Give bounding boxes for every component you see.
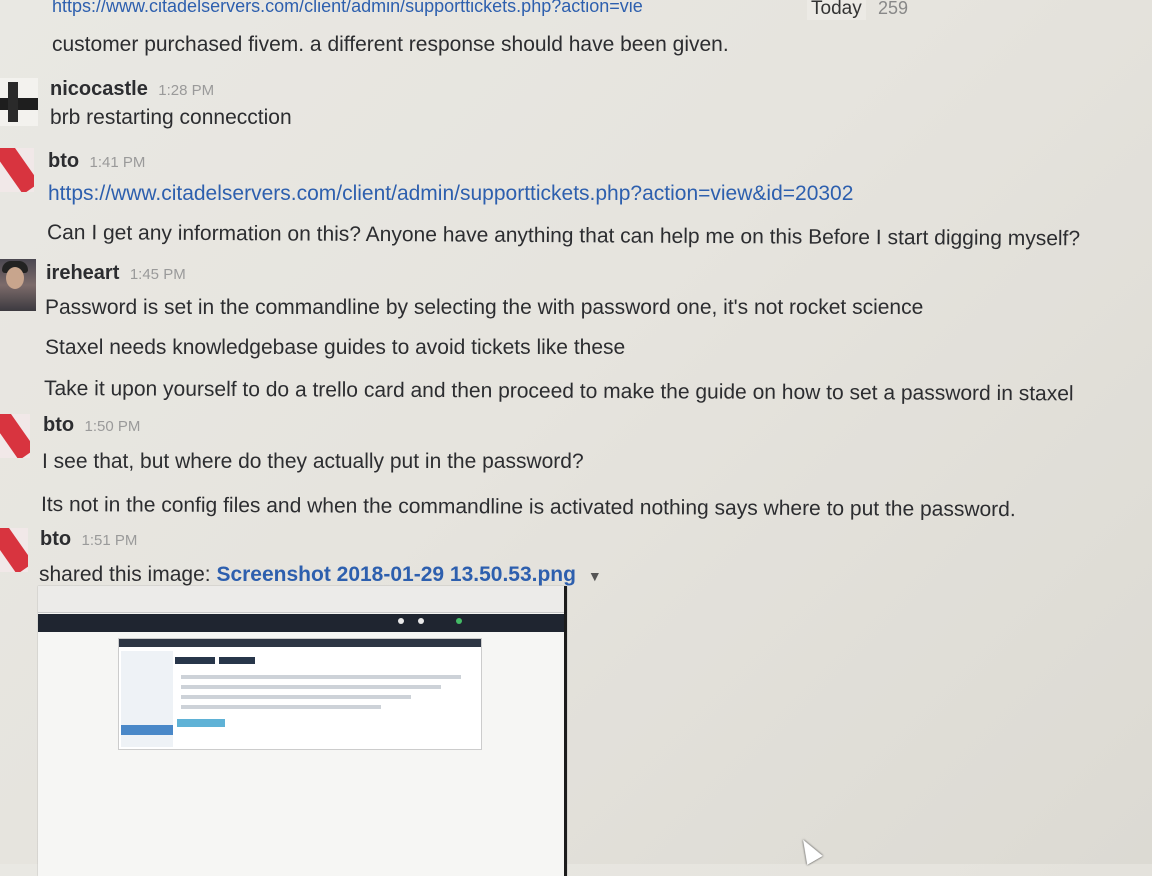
thumbnail-graphic [181,675,461,679]
shared-file-name[interactable]: Screenshot 2018-01-29 13.50.53.png [216,563,576,586]
avatar-bto[interactable] [0,148,34,192]
thumbnail-graphic [456,618,462,624]
thumbnail-graphic [219,657,255,664]
message-timestamp[interactable]: 1:51 PM [82,532,138,549]
avatar-nicocastle[interactable] [0,78,38,126]
chevron-down-icon[interactable]: ▼ [588,568,602,584]
message-timestamp[interactable]: 1:45 PM [130,266,186,283]
sender-name[interactable]: bto [43,414,74,436]
avatar-bto[interactable] [0,528,28,572]
thumbnail-graphic [418,618,424,624]
message-text: Take it upon yourself to do a trello car… [43,377,1074,406]
avatar-graphic [0,98,38,110]
thumbnail-graphic [119,639,481,647]
shared-file-line: shared this image: Screenshot 2018-01-29… [39,563,602,587]
message-timestamp[interactable]: 1:50 PM [85,418,141,435]
message-text: Its not in the config files and when the… [40,493,1016,522]
message-header: nicocastle 1:28 PM [50,78,214,101]
message-timestamp[interactable]: 1:28 PM [158,82,214,99]
thumbnail-graphic [121,651,173,747]
avatar-graphic [0,414,30,458]
sender-name[interactable]: bto [48,150,79,172]
thumbnail-graphic [181,685,441,689]
sender-name[interactable]: bto [40,528,71,550]
shared-file-prefix: shared this image: [39,563,211,586]
thumbnail-browser-bar [38,586,564,613]
avatar-graphic [0,528,28,572]
message-text: customer purchased fivem. a different re… [52,33,729,56]
thumbnail-graphic [398,618,404,624]
mouse-pointer-icon [795,835,823,865]
day-divider-label: Today [807,0,866,20]
ticket-link[interactable]: https://www.citadelservers.com/client/ad… [48,182,853,206]
message-header: bto 1:51 PM [40,528,137,551]
thumbnail-graphic [121,725,173,735]
avatar-ireheart[interactable] [0,259,36,311]
message-header: bto 1:50 PM [43,414,140,437]
unread-count: 259 [878,0,909,18]
thumbnail-graphic [181,695,411,699]
message-text: Can I get any information on this? Anyon… [46,221,1081,251]
message-text: Staxel needs knowledgebase guides to avo… [45,336,626,359]
thumbnail-nav-bar [38,614,564,632]
sender-name[interactable]: ireheart [46,262,119,284]
thumbnail-graphic [177,719,225,727]
avatar-graphic [6,267,24,289]
shared-image-thumbnail[interactable] [38,586,567,876]
message-header: ireheart 1:45 PM [46,262,186,285]
thumbnail-graphic [175,657,215,664]
avatar-graphic [0,148,34,192]
message-text: Password is set in the commandline by se… [45,296,924,319]
message-header: bto 1:41 PM [48,150,145,173]
previous-message-link[interactable]: https://www.citadelservers.com/client/ad… [52,0,792,17]
thumbnail-panel [118,638,482,750]
message-text: I see that, but where do they actually p… [42,450,584,473]
thumbnail-graphic [181,705,381,709]
sender-name[interactable]: nicocastle [50,78,148,100]
message-timestamp[interactable]: 1:41 PM [90,154,146,171]
avatar-graphic [8,82,18,122]
message-text: brb restarting connecction [50,106,292,129]
chat-window: https://www.citadelservers.com/client/ad… [0,0,1152,876]
avatar-bto[interactable] [0,414,30,458]
